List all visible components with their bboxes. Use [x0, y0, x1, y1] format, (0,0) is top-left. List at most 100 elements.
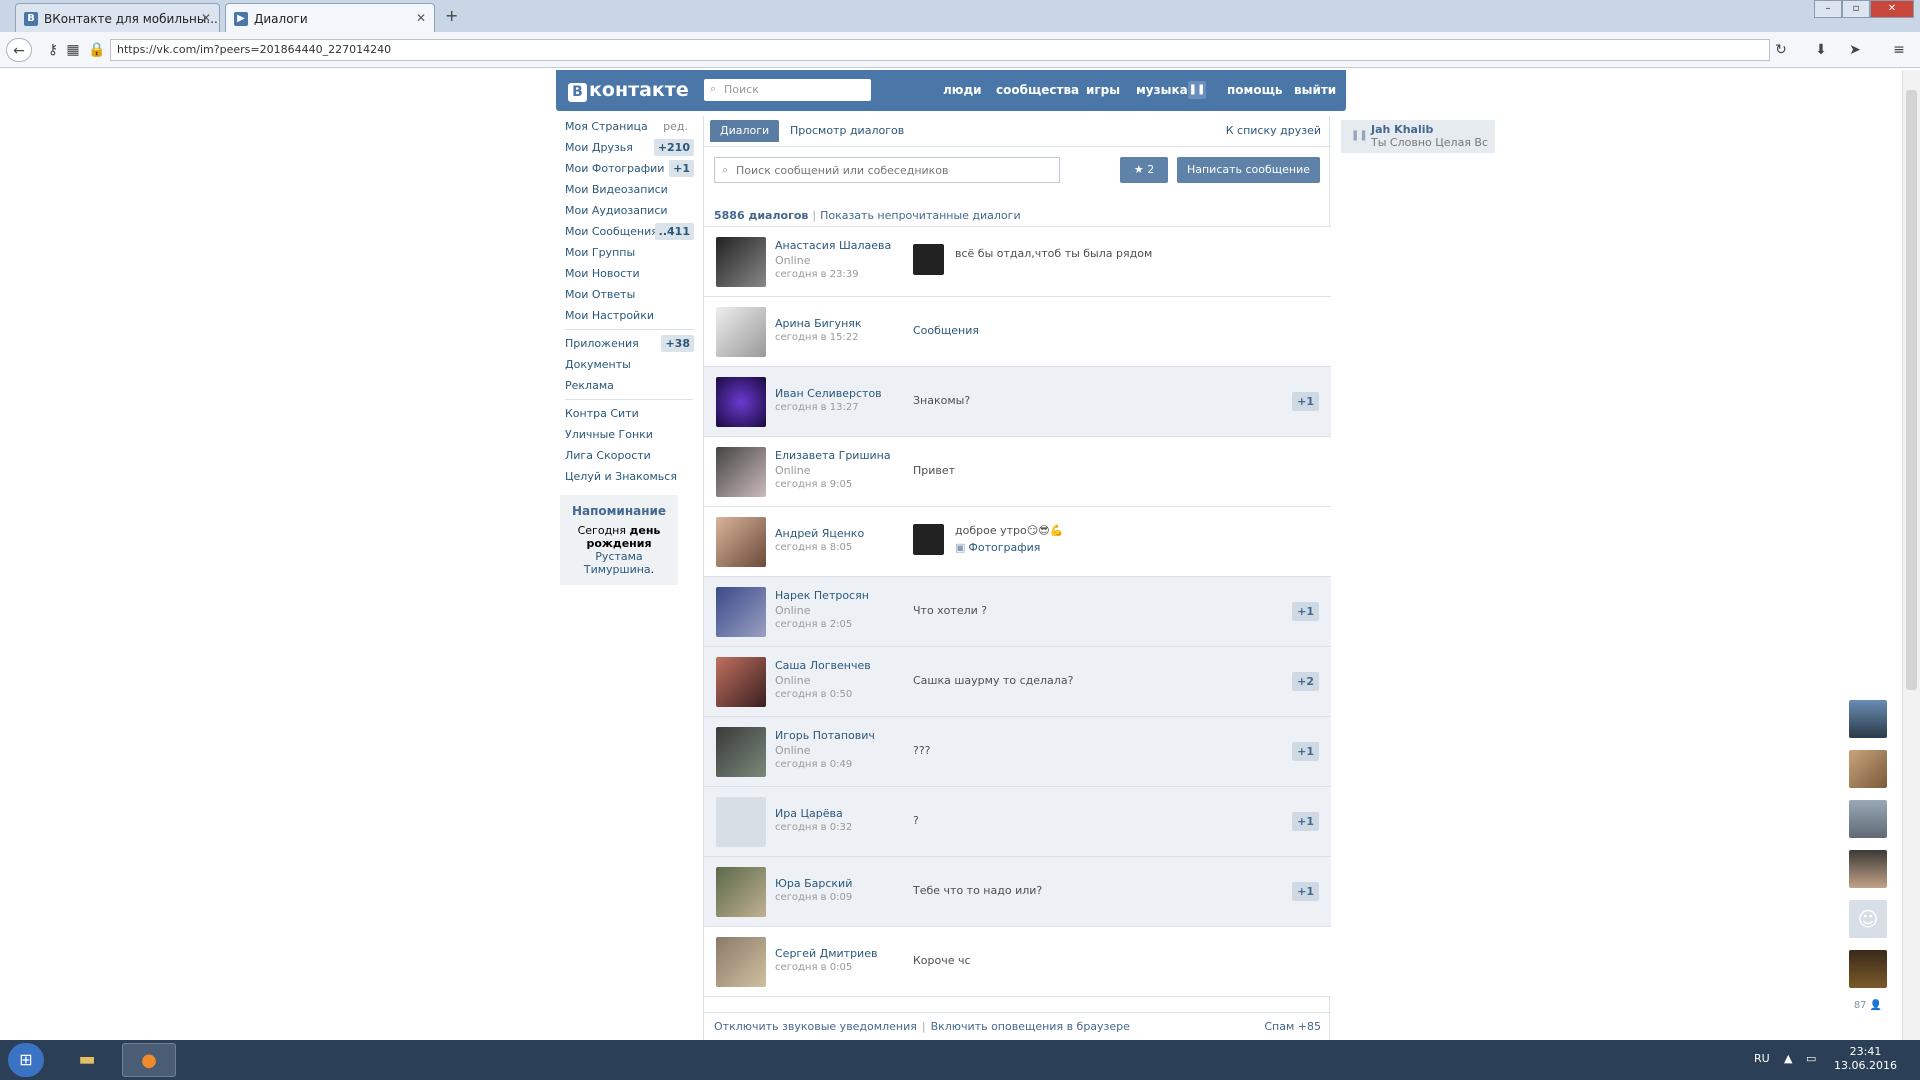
dialog-name[interactable]: Арина Бигуняк	[775, 317, 862, 330]
header-menu-help[interactable]: помощь	[1227, 83, 1282, 97]
dialog-row[interactable]: Юра Барский сегодня в 0:09 Тебе что то над…	[704, 857, 1331, 927]
avatar[interactable]	[716, 517, 766, 567]
taskbar-clock[interactable]: 23:41 13.06.2016	[1834, 1045, 1897, 1073]
dialog-name[interactable]: Игорь Потапович	[775, 729, 875, 742]
header-menu-communities[interactable]: сообщества	[996, 83, 1079, 97]
maximize-window-button[interactable]: ▫	[1842, 0, 1870, 18]
network-icon[interactable]: ▭	[1806, 1052, 1816, 1065]
sidebar-item-game-speed-league[interactable]: Лига Скорости	[556, 445, 696, 466]
spam-link[interactable]: Спам +85	[1264, 1020, 1321, 1033]
sidebar-item-messages[interactable]: Мои Сообщения ..411	[556, 221, 696, 242]
dialog-name[interactable]: Саша Логвенчев	[775, 659, 871, 672]
sidebar-item-game-kiss-meet[interactable]: Целуй и Знакомься	[556, 466, 696, 487]
sidebar-item-my-page[interactable]: Моя Страница ред.	[556, 116, 696, 137]
header-menu-music[interactable]: музыка	[1136, 83, 1188, 97]
sidebar-item-videos[interactable]: Мои Видеозаписи	[556, 179, 696, 200]
close-window-button[interactable]: ✕	[1870, 0, 1914, 18]
dialog-row[interactable]: Нарек Петросян Online сегодня в 2:05 Что хо…	[704, 577, 1331, 647]
dialog-name[interactable]: Иван Селиверстов	[775, 387, 882, 400]
header-search-input[interactable]: ⌕ Поиск	[704, 79, 871, 101]
pause-icon[interactable]: ❚❚	[1351, 130, 1368, 141]
write-message-button[interactable]: Написать сообщение	[1177, 157, 1320, 183]
scrollbar-thumb[interactable]	[1906, 90, 1917, 690]
sidebar-item-ads[interactable]: Реклама	[556, 375, 696, 396]
tab-view-dialogs[interactable]: Просмотр диалогов	[790, 124, 904, 137]
sidebar-item-documents[interactable]: Документы	[556, 354, 696, 375]
menu-hamburger-icon[interactable]: ≡	[1886, 38, 1912, 62]
avatar[interactable]	[716, 727, 766, 777]
sidebar-item-game-street-racing[interactable]: Уличные Гонки	[556, 424, 696, 445]
download-icon[interactable]: ⬇	[1808, 38, 1834, 62]
music-player-widget[interactable]: ❚❚ Jah Khalib Ты Словно Целая Вс...	[1341, 120, 1495, 153]
dialog-name[interactable]: Андрей Яценко	[775, 527, 864, 540]
avatar[interactable]	[716, 587, 766, 637]
browser-tab-vk-mobile[interactable]: В ВКонтакте для мобильны... ✕	[15, 3, 220, 32]
friends-list-link[interactable]: К списку друзей	[1226, 124, 1321, 137]
sidebar-item-game-contra-city[interactable]: Контра Сити	[556, 403, 696, 424]
sidebar-item-photos[interactable]: Мои Фотографии +1	[556, 158, 696, 179]
friend-avatar[interactable]	[1849, 950, 1887, 988]
dialog-row[interactable]: Анастасия Шалаева Online сегодня в 23:39 вс…	[704, 227, 1331, 297]
default-avatar-icon[interactable]: ☺	[1849, 900, 1887, 938]
message-search-input[interactable]: ⌕ Поиск сообщений или собеседников	[714, 157, 1060, 183]
sidebar-item-answers[interactable]: Мои Ответы	[556, 284, 696, 305]
friend-avatar[interactable]	[1849, 850, 1887, 888]
friend-avatar[interactable]	[1849, 800, 1887, 838]
dialog-row[interactable]: Иван Селиверстов сегодня в 13:27 Знакомы? +…	[704, 367, 1331, 437]
firefox-icon[interactable]: ●	[122, 1043, 176, 1077]
dialog-row[interactable]: Елизавета Гришина Online сегодня в 9:05 При…	[704, 437, 1331, 507]
starred-button[interactable]: ★ 2	[1120, 157, 1168, 183]
dialog-name[interactable]: Елизавета Гришина	[775, 449, 891, 462]
avatar[interactable]	[716, 377, 766, 427]
sidebar-item-groups[interactable]: Мои Группы	[556, 242, 696, 263]
avatar[interactable]	[716, 657, 766, 707]
sidebar-item-settings[interactable]: Мои Настройки	[556, 305, 696, 326]
dialog-row[interactable]: Андрей Яценко сегодня в 8:05 доброе утро😏😎…	[704, 507, 1331, 577]
sidebar-item-apps[interactable]: Приложения +38	[556, 333, 696, 354]
show-unread-link[interactable]: Показать непрочитанные диалоги	[820, 209, 1021, 222]
reminder-name-link[interactable]: Рустама Тимуршина	[584, 550, 651, 576]
sidebar-item-audio[interactable]: Мои Аудиозаписи	[556, 200, 696, 221]
windows-start-icon[interactable]: ⊞	[8, 1043, 44, 1077]
friends-online-count[interactable]: 87 👤	[1845, 1000, 1891, 1011]
avatar[interactable]	[716, 867, 766, 917]
disable-sound-link[interactable]: Отключить звуковые уведомления	[714, 1020, 917, 1033]
header-menu-people[interactable]: люди	[943, 83, 982, 97]
dialog-row[interactable]: Арина Бигуняк сегодня в 15:22 Сообщения	[704, 297, 1331, 367]
dialog-name[interactable]: Сергей Дмитриев	[775, 947, 877, 960]
dialog-row[interactable]: Игорь Потапович Online сегодня в 0:49??? +1	[704, 717, 1331, 787]
avatar[interactable]	[716, 237, 766, 287]
dialog-name[interactable]: Ира Царёва	[775, 807, 843, 820]
send-icon[interactable]: ➤	[1842, 38, 1868, 62]
avatar[interactable]	[716, 447, 766, 497]
dialog-name[interactable]: Юра Барский	[775, 877, 852, 890]
avatar[interactable]	[716, 937, 766, 987]
back-arrow-icon[interactable]: ←	[6, 38, 32, 62]
header-menu-logout[interactable]: выйти	[1294, 83, 1336, 97]
browser-tab-dialogs[interactable]: ▶ Диалоги ✕	[225, 3, 435, 32]
close-tab-icon[interactable]: ✕	[416, 11, 426, 25]
close-tab-icon[interactable]: ✕	[201, 11, 211, 25]
edit-link[interactable]: ред.	[663, 120, 688, 133]
attachment-link[interactable]: ▣ Фотография	[955, 541, 1040, 554]
header-menu-games[interactable]: игры	[1086, 83, 1120, 97]
tab-dialogs[interactable]: Диалоги	[710, 120, 780, 142]
dialog-name[interactable]: Нарек Петросян	[775, 589, 869, 602]
reload-icon[interactable]: ↻	[1768, 38, 1794, 62]
avatar[interactable]	[716, 307, 766, 357]
friend-avatar[interactable]	[1849, 700, 1887, 738]
tray-arrow-icon[interactable]: ▲	[1784, 1052, 1792, 1065]
sidebar-item-news[interactable]: Мои Новости	[556, 263, 696, 284]
pause-icon[interactable]: ❚❚	[1188, 81, 1206, 99]
language-indicator[interactable]: RU	[1754, 1052, 1770, 1065]
sidebar-item-friends[interactable]: Мои Друзья +210	[556, 137, 696, 158]
minimize-window-button[interactable]: –	[1814, 0, 1842, 18]
friend-avatar[interactable]	[1849, 750, 1887, 788]
page-scrollbar[interactable]	[1902, 70, 1920, 1040]
default-avatar-icon[interactable]	[716, 797, 766, 847]
address-bar[interactable]: https://vk.com/im?peers=201864440_227014…	[110, 39, 1770, 61]
enable-notifications-link[interactable]: Включить оповещения в браузере	[931, 1020, 1130, 1033]
toolbar-grid-icon[interactable]: ▦	[60, 38, 86, 62]
new-tab-icon[interactable]: +	[445, 6, 458, 25]
dialog-name[interactable]: Анастасия Шалаева	[775, 239, 891, 252]
